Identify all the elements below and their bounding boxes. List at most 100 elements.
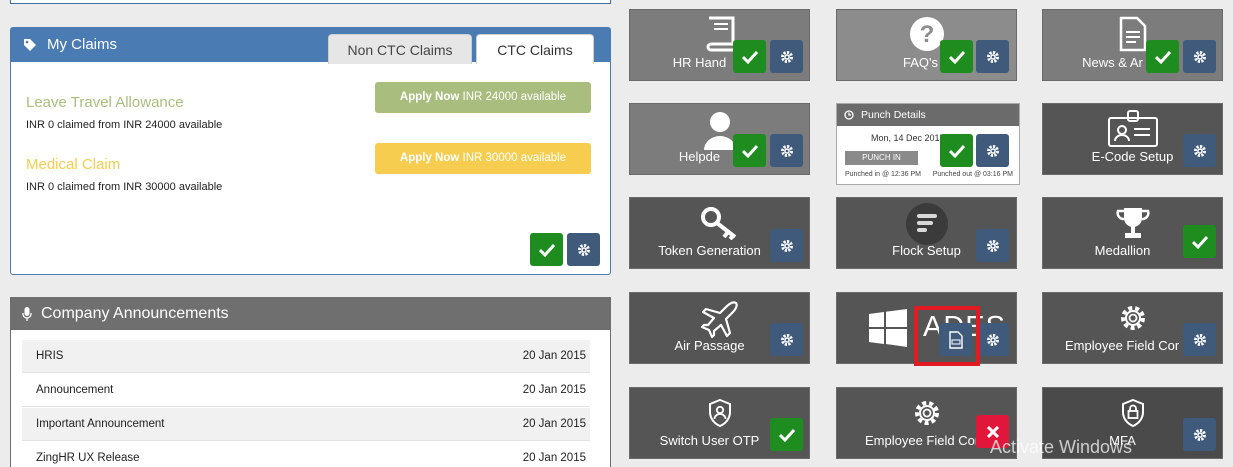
check-icon: [538, 243, 555, 257]
claims-settings-button[interactable]: [567, 233, 600, 266]
my-claims-panel: My Claims Non CTC Claims CTC Claims Leav…: [10, 27, 611, 275]
tag-icon: [24, 39, 36, 51]
tile-news-check-button[interactable]: [1146, 40, 1179, 73]
apply-now-lta-button[interactable]: Apply Now INR 24000 available: [375, 82, 591, 113]
tab-ctc-claims[interactable]: CTC Claims: [476, 34, 594, 64]
announcement-row[interactable]: Important Announcement 20 Jan 2015: [22, 408, 590, 441]
clock-icon: [844, 110, 854, 120]
gear-icon: [780, 239, 793, 252]
tile-punch-settings-button[interactable]: [976, 134, 1009, 167]
close-icon: [986, 425, 999, 438]
announcement-title: Important Announcement: [36, 418, 165, 430]
gear-icon: [1193, 428, 1206, 441]
microphone-icon: [22, 307, 32, 321]
tile-ecode-settings-button[interactable]: [1183, 134, 1216, 167]
punched-in-time: Punched in @ 12:36 PM: [845, 171, 921, 178]
tile-medallion-check-button[interactable]: [1183, 225, 1216, 258]
announcement-date: 20 Jan 2015: [522, 418, 586, 430]
airplane-icon: [700, 301, 738, 339]
announcement-date: 20 Jan 2015: [522, 350, 586, 362]
svg-text:?: ?: [919, 21, 934, 48]
claim-name-lta: Leave Travel Allowance: [26, 94, 184, 111]
activate-windows-watermark: Activate Windows: [990, 437, 1133, 457]
gear-icon: [986, 50, 999, 63]
shield-user-icon: [708, 398, 731, 428]
tile-employee-field-1-settings-button[interactable]: [1183, 323, 1216, 356]
announcement-row[interactable]: HRIS 20 Jan 2015: [22, 340, 590, 373]
tile-air-passage-settings-button[interactable]: [770, 323, 803, 356]
id-badge-icon: [1107, 110, 1158, 147]
shield-lock-icon: [1121, 398, 1144, 428]
tile-token-settings-button[interactable]: [770, 229, 803, 262]
punched-out-time: Punched out @ 03:16 PM: [932, 171, 1013, 178]
tile-news-settings-button[interactable]: [1183, 40, 1216, 73]
apply-strong: Apply Now: [399, 152, 460, 164]
punch-in-button[interactable]: PUNCH IN: [845, 151, 918, 165]
claims-check-button[interactable]: [530, 233, 563, 266]
check-icon: [948, 144, 965, 158]
tile-label: Employee Field Cor: [865, 433, 980, 448]
announcement-title: Announcement: [36, 384, 114, 396]
announcements-title: Company Announcements: [41, 305, 229, 322]
gear-icon: [577, 243, 590, 256]
apply-strong: Apply Now: [399, 91, 460, 103]
gear-icon: [780, 50, 793, 63]
check-icon: [1191, 235, 1208, 249]
my-claims-header: My Claims Non CTC Claims CTC Claims: [11, 28, 610, 64]
gear-icon: [986, 239, 999, 252]
check-icon: [741, 144, 758, 158]
tab-non-ctc-claims[interactable]: Non CTC Claims: [328, 34, 472, 64]
gear-icon: [1193, 50, 1206, 63]
trophy-icon: [1115, 208, 1150, 238]
check-icon: [778, 428, 795, 442]
check-icon: [1154, 50, 1171, 64]
announcement-row[interactable]: ZingHR UX Release 20 Jan 2015: [22, 442, 590, 467]
key-icon: [700, 207, 736, 240]
gear-icon: [1193, 333, 1206, 346]
apply-available: INR 24000 available: [459, 91, 567, 103]
punch-date: Mon, 14 Dec 2015: [871, 133, 945, 143]
claim-detail-medical: INR 0 claimed from INR 30000 available: [26, 181, 223, 193]
announcement-date: 20 Jan 2015: [522, 452, 586, 464]
my-claims-title: My Claims: [47, 36, 117, 53]
announcement-title: HRIS: [36, 350, 64, 362]
tile-faqs-check-button[interactable]: [940, 40, 973, 73]
tile-hr-handbook-settings-button[interactable]: [770, 40, 803, 73]
tile-punch-check-button[interactable]: [940, 134, 973, 167]
gear-icon: [986, 144, 999, 157]
claim-detail-lta: INR 0 claimed from INR 24000 available: [26, 119, 223, 131]
gear-icon: [780, 144, 793, 157]
tile-switch-user-otp-check-button[interactable]: [770, 418, 803, 451]
announcement-row[interactable]: Announcement 20 Jan 2015: [22, 374, 590, 407]
document-icon: [1119, 16, 1146, 52]
gear-icon: [1193, 144, 1206, 157]
tile-helpdesk-settings-button[interactable]: [770, 134, 803, 167]
highlight-box: [914, 306, 980, 366]
company-announcements-panel: Company Announcements HRIS 20 Jan 2015 An…: [10, 297, 611, 467]
announcements-header: Company Announcements: [11, 298, 610, 330]
punch-header: Punch Details: [837, 104, 1019, 126]
tile-helpdesk-check-button[interactable]: [733, 134, 766, 167]
tile-flock-settings-button[interactable]: [976, 229, 1009, 262]
announcement-title: ZingHR UX Release: [36, 452, 140, 464]
punch-title: Punch Details: [861, 109, 926, 121]
claim-name-medical: Medical Claim: [26, 156, 121, 173]
top-panel-remnant: [10, 0, 611, 4]
check-icon: [948, 50, 965, 64]
tile-faqs-settings-button[interactable]: [976, 40, 1009, 73]
apply-available: INR 30000 available: [459, 152, 567, 164]
tile-ades-settings-button[interactable]: [976, 323, 1009, 356]
gear-outline-icon: [1120, 306, 1145, 330]
gear-outline-icon: [914, 401, 939, 425]
tile-label: Employee Field Cor: [1065, 338, 1180, 353]
apply-now-medical-button[interactable]: Apply Now INR 30000 available: [375, 143, 591, 174]
announcement-date: 20 Jan 2015: [522, 384, 586, 396]
dashboard: My Claims Non CTC Claims CTC Claims Leav…: [0, 0, 1233, 467]
tile-mfa-settings-button[interactable]: [1183, 418, 1216, 451]
gear-icon: [986, 333, 999, 346]
chat-icon: [905, 203, 948, 245]
check-icon: [741, 50, 758, 64]
tile-hr-handbook-check-button[interactable]: [733, 40, 766, 73]
gear-icon: [780, 333, 793, 346]
windows-logo-icon: [869, 309, 907, 347]
